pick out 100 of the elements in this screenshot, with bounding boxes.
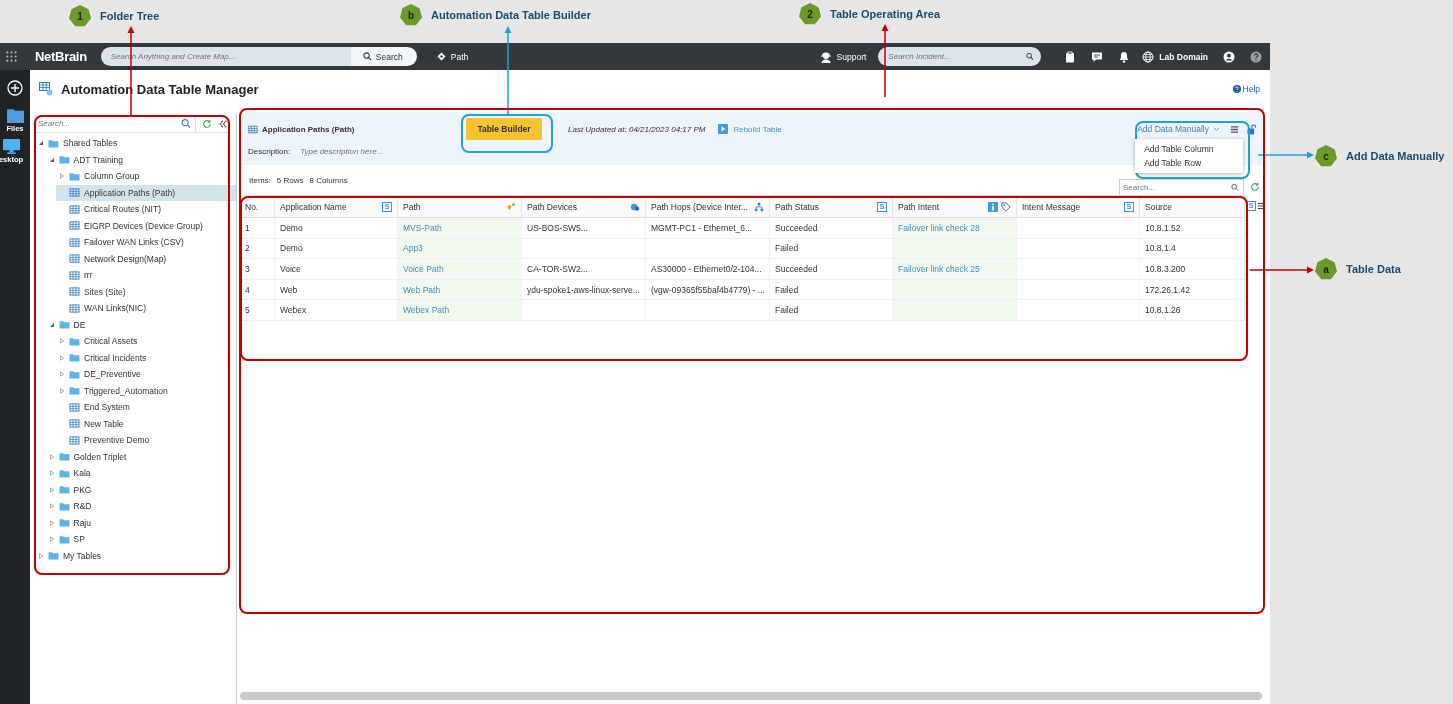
tree-item[interactable]: EIGRP Devices (Device Group): [56, 217, 236, 234]
menu-item[interactable]: Add Table Column: [1135, 142, 1244, 156]
expand-arrow-icon[interactable]: [59, 371, 65, 378]
tree-item[interactable]: Critical Routes (NIT): [56, 201, 236, 218]
table-search-box[interactable]: Search...: [1119, 178, 1244, 196]
chat-icon[interactable]: [1091, 50, 1104, 63]
expand-arrow-icon[interactable]: [59, 354, 65, 361]
incident-search-box[interactable]: Search Incident...: [878, 47, 1042, 66]
search-button[interactable]: Search: [350, 47, 417, 66]
column-header[interactable]: Path Hops (Device Inter...: [646, 196, 770, 218]
tree-item[interactable]: ADT Training: [45, 151, 236, 168]
support-button[interactable]: Support: [819, 50, 867, 63]
menu-icon[interactable]: [1257, 201, 1265, 210]
incident-search-field[interactable]: Search Incident...: [878, 51, 1026, 62]
table-icon: [69, 237, 80, 247]
add-data-dropdown[interactable]: Add Data Manually: [1137, 124, 1220, 134]
table-cell[interactable]: Web Path: [398, 279, 522, 301]
table-cell: 10.8.1.52: [1140, 218, 1245, 239]
column-header[interactable]: Path: [398, 196, 522, 218]
tree-item[interactable]: End System: [56, 399, 236, 416]
table-cell[interactable]: MVS-Path: [398, 218, 522, 239]
table-cell[interactable]: Voice Path: [398, 259, 522, 280]
tree-item[interactable]: R&D: [45, 498, 236, 515]
tree-item[interactable]: Critical Assets: [56, 333, 236, 350]
tree-item[interactable]: PKG: [45, 481, 236, 498]
menu-item[interactable]: Add Table Row: [1135, 156, 1244, 170]
tree-item[interactable]: Golden Triplet: [45, 448, 236, 465]
tree-item[interactable]: SP: [45, 531, 236, 548]
tree-item[interactable]: DE_Preventive: [56, 366, 236, 383]
map-pin-icon[interactable]: [506, 201, 516, 212]
collapse-arrow-icon[interactable]: [48, 156, 55, 163]
tree-item[interactable]: rrr: [56, 267, 236, 284]
expand-arrow-icon[interactable]: [48, 519, 55, 526]
expand-arrow-icon[interactable]: [59, 338, 65, 345]
description-field[interactable]: Type description here...: [298, 146, 603, 157]
path-button[interactable]: Path: [436, 51, 469, 62]
bell-icon[interactable]: [1118, 50, 1131, 63]
monitor-icon: [2, 139, 20, 154]
expand-arrow-icon[interactable]: [59, 173, 65, 180]
table-icon: [69, 254, 80, 264]
tree-item[interactable]: DE: [45, 316, 236, 333]
collapse-arrow-icon[interactable]: [38, 140, 44, 147]
table-builder-button[interactable]: Table Builder: [466, 118, 542, 140]
menu-icon[interactable]: [1230, 124, 1239, 134]
search-icon: [1025, 52, 1034, 61]
table-cell[interactable]: Failover link check 28: [893, 218, 1017, 239]
tree-item[interactable]: Kala: [45, 465, 236, 482]
unlocked-padlock-icon[interactable]: [1247, 123, 1256, 135]
add-icon[interactable]: [7, 80, 23, 96]
apps-grid-icon[interactable]: [6, 51, 17, 62]
tree-item[interactable]: Failover WAN Links (CSV): [56, 234, 236, 251]
expand-arrow-icon[interactable]: [48, 503, 55, 510]
info-icon[interactable]: [988, 201, 998, 212]
expand-arrow-icon[interactable]: [48, 536, 55, 543]
user-icon[interactable]: [1223, 50, 1235, 63]
expand-arrow-icon[interactable]: [38, 552, 44, 559]
tree-item[interactable]: WAN Links(NIC): [56, 300, 236, 317]
table-icon: [69, 221, 80, 231]
domain-button[interactable]: Lab Domain: [1142, 50, 1208, 63]
callout-label: Table Data: [1346, 263, 1401, 275]
horizontal-scrollbar[interactable]: [240, 692, 1262, 700]
tree-item[interactable]: Network Design(Map): [56, 250, 236, 267]
tree-search-box[interactable]: Search...: [35, 115, 196, 132]
refresh-icon[interactable]: [202, 118, 212, 129]
table-cell[interactable]: Webex Path: [398, 300, 522, 321]
table-cell: ydu-spoke1-aws-linux-serve...: [522, 279, 646, 301]
expand-arrow-icon[interactable]: [48, 486, 55, 493]
column-header[interactable]: Path Intent: [893, 196, 1017, 218]
devices-icon[interactable]: [630, 201, 640, 212]
tree-item[interactable]: Sites (Site): [56, 283, 236, 300]
network-nodes-icon[interactable]: [754, 201, 764, 212]
tree-item[interactable]: Application Paths (Path): [56, 184, 236, 201]
clipboard-icon[interactable]: [1064, 50, 1077, 63]
table-cell[interactable]: App3: [398, 238, 522, 260]
table-cell: US-BOS-SW5...: [522, 218, 646, 239]
tree-item[interactable]: Raju: [45, 514, 236, 531]
help-icon[interactable]: [1250, 50, 1262, 63]
column-header[interactable]: Source: [1140, 196, 1245, 218]
table-cell[interactable]: Failover link check 25: [893, 259, 1017, 280]
tree-item[interactable]: Shared Tables: [35, 135, 236, 152]
help-icon: [1232, 85, 1241, 93]
refresh-icon[interactable]: [1250, 182, 1260, 192]
tree-item[interactable]: Critical Incidents: [56, 349, 236, 366]
leader-line: [1249, 266, 1314, 274]
help-link[interactable]: Help: [1232, 84, 1260, 94]
folder-icon: [58, 320, 70, 330]
expand-arrow-icon[interactable]: [48, 453, 55, 460]
tree-item[interactable]: New Table: [56, 415, 236, 432]
search-icon: [181, 118, 191, 129]
tree-item[interactable]: Column Group: [56, 168, 236, 185]
tree-item[interactable]: My Tables: [35, 547, 236, 564]
tree-item[interactable]: Triggered_Automation: [56, 382, 236, 399]
collapse-icon[interactable]: [218, 118, 228, 129]
column-header[interactable]: Path Devices: [522, 196, 646, 218]
expand-arrow-icon[interactable]: [59, 387, 65, 394]
collapse-arrow-icon[interactable]: [48, 321, 55, 328]
expand-arrow-icon[interactable]: [48, 470, 55, 477]
tree-item[interactable]: Preventive Demo: [56, 432, 236, 449]
step-badge: b: [400, 4, 422, 26]
tag-icon[interactable]: [1001, 201, 1011, 212]
